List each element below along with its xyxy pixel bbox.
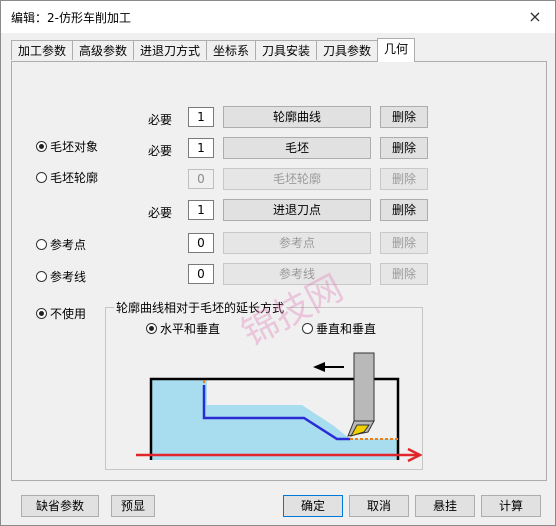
radio-label: 参考线 bbox=[50, 270, 87, 284]
count-box: 1 bbox=[188, 138, 214, 158]
required-label: 必要 bbox=[148, 113, 173, 127]
approach-point-button[interactable]: 进退刀点 bbox=[223, 199, 371, 221]
delete-button[interactable]: 删除 bbox=[380, 168, 428, 190]
dialog-window: 编辑：2-仿形车削加工 × 加工参数 高级参数 进退刀方式 坐标系 刀具安装 刀… bbox=[0, 0, 556, 526]
blank-button[interactable]: 毛坯 bbox=[223, 137, 371, 159]
tab-approach-retract[interactable]: 进退刀方式 bbox=[133, 40, 207, 60]
radio-label: 毛坯对象 bbox=[50, 140, 99, 154]
radio-blank-contour[interactable]: 毛坯轮廓 bbox=[36, 169, 98, 186]
extension-diagram bbox=[136, 352, 422, 463]
geometry-panel: 必要 1 轮廓曲线 删除 必要 1 毛坯 删除 0 毛坯轮廓 删除 必要 1 进… bbox=[11, 61, 547, 481]
required-label: 必要 bbox=[148, 144, 173, 158]
radio-checked-icon bbox=[36, 308, 47, 319]
ref-line-button[interactable]: 参考线 bbox=[223, 263, 371, 285]
preview-button[interactable]: 预显 bbox=[111, 495, 155, 517]
extension-mode-group: 轮廓曲线相对于毛坯的延长方式 水平和垂直 垂直和垂直 bbox=[105, 299, 423, 470]
count-box: 0 bbox=[188, 264, 214, 284]
radio-blank-object[interactable]: 毛坯对象 bbox=[36, 138, 98, 155]
radio-unchecked-icon bbox=[36, 239, 47, 250]
delete-button[interactable]: 删除 bbox=[380, 263, 428, 285]
tab-tool-mounting[interactable]: 刀具安装 bbox=[255, 40, 317, 60]
tab-coordinate-system[interactable]: 坐标系 bbox=[206, 40, 256, 60]
delete-button[interactable]: 删除 bbox=[380, 232, 428, 254]
radio-label: 不使用 bbox=[50, 307, 87, 321]
count-box: 1 bbox=[188, 200, 214, 220]
radio-ref-line[interactable]: 参考线 bbox=[36, 268, 86, 285]
cancel-button[interactable]: 取消 bbox=[349, 495, 409, 517]
defaults-button[interactable]: 缺省参数 bbox=[21, 495, 99, 517]
radio-unchecked-icon bbox=[36, 271, 47, 282]
ref-point-button[interactable]: 参考点 bbox=[223, 232, 371, 254]
delete-button[interactable]: 删除 bbox=[380, 106, 428, 128]
count-box: 0 bbox=[188, 169, 214, 189]
delete-button[interactable]: 删除 bbox=[380, 199, 428, 221]
tab-geometry[interactable]: 几何 bbox=[377, 38, 415, 62]
count-box: 0 bbox=[188, 233, 214, 253]
radio-label: 参考点 bbox=[50, 238, 87, 252]
radio-ref-point[interactable]: 参考点 bbox=[36, 236, 86, 253]
blank-contour-button[interactable]: 毛坯轮廓 bbox=[223, 168, 371, 190]
tab-machining-params[interactable]: 加工参数 bbox=[11, 40, 73, 60]
calculate-button[interactable]: 计算 bbox=[481, 495, 541, 517]
radio-label: 毛坯轮廓 bbox=[50, 171, 99, 185]
left-arrow-icon bbox=[313, 362, 325, 372]
contour-curve-button[interactable]: 轮廓曲线 bbox=[223, 106, 371, 128]
tab-tool-params[interactable]: 刀具参数 bbox=[316, 40, 378, 60]
required-label: 必要 bbox=[148, 206, 173, 220]
window-title: 编辑：2-仿形车削加工 bbox=[11, 11, 131, 25]
title-bar: 编辑：2-仿形车削加工 × bbox=[1, 1, 555, 33]
radio-not-use[interactable]: 不使用 bbox=[36, 305, 86, 322]
tab-advanced-params[interactable]: 高级参数 bbox=[72, 40, 134, 60]
radio-checked-icon bbox=[36, 141, 47, 152]
suspend-button[interactable]: 悬挂 bbox=[415, 495, 475, 517]
radio-unchecked-icon bbox=[36, 172, 47, 183]
close-icon[interactable]: × bbox=[525, 7, 545, 27]
count-box: 1 bbox=[188, 107, 214, 127]
delete-button[interactable]: 删除 bbox=[380, 137, 428, 159]
tool-holder bbox=[353, 352, 375, 422]
ok-button[interactable]: 确定 bbox=[283, 495, 343, 517]
